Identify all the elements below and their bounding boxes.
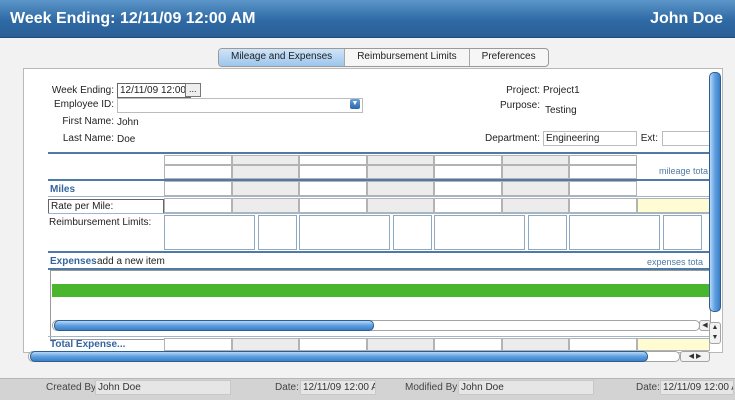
- miles-cell[interactable]: [367, 181, 434, 196]
- first-name-label: First Name:: [62, 116, 114, 127]
- expenses-total-label: expenses tota: [647, 257, 704, 267]
- department-label: Department:: [484, 133, 540, 144]
- section-divider: [48, 251, 709, 253]
- week-ending-label: Week Ending:: [51, 85, 114, 96]
- tab-mileage-and-expenses[interactable]: Mileage and Expenses: [219, 49, 346, 66]
- rate-cell[interactable]: [502, 198, 569, 213]
- grand-total-cell: [637, 338, 710, 351]
- employee-id-label: Employee ID:: [53, 99, 114, 110]
- scroll-arrows-icon[interactable]: ◀ ▶: [680, 351, 710, 362]
- created-date-label: Date:: [275, 382, 299, 393]
- day-date-cell[interactable]: [502, 165, 569, 179]
- total-expense-cell: [367, 338, 434, 351]
- expense-hscroll-thumb[interactable]: [54, 320, 374, 331]
- expenses-label: Expenses: [50, 256, 97, 267]
- total-expense-cell: [232, 338, 299, 351]
- rate-cell[interactable]: [232, 198, 299, 213]
- limit-cell[interactable]: [258, 215, 297, 250]
- last-name-label: Last Name:: [62, 133, 114, 144]
- day-header-cell[interactable]: [569, 155, 637, 165]
- day-header-cell[interactable]: [502, 155, 569, 165]
- miles-cell[interactable]: [434, 181, 502, 196]
- tab-preferences[interactable]: Preferences: [470, 49, 548, 66]
- total-expense-cell: [569, 338, 637, 351]
- limit-cell[interactable]: [164, 215, 255, 250]
- selected-expense-row[interactable]: [52, 284, 709, 297]
- created-by-label: Created By:: [46, 382, 99, 393]
- mileage-total-label: mileage tota: [659, 166, 709, 176]
- day-header-cell[interactable]: [232, 155, 299, 165]
- section-divider: [48, 152, 709, 154]
- main-hscroll-thumb[interactable]: [30, 351, 648, 362]
- chevron-down-icon[interactable]: ▼: [350, 99, 360, 109]
- add-new-item-link[interactable]: add a new item: [97, 256, 165, 267]
- miles-cell[interactable]: [299, 181, 367, 196]
- total-expense-cell: [502, 338, 569, 351]
- ext-label: Ext:: [640, 133, 658, 144]
- modified-by-label: Modified By:: [405, 382, 461, 393]
- limit-cell[interactable]: [299, 215, 390, 250]
- purpose-label: Purpose:: [499, 100, 540, 111]
- modified-date-label: Date:: [636, 382, 660, 393]
- miles-cell[interactable]: [164, 181, 232, 196]
- row-divider: [48, 336, 709, 337]
- day-date-cell[interactable]: [164, 165, 232, 179]
- scroll-up-down-icon[interactable]: ▲ ▼: [709, 322, 721, 344]
- miles-label: Miles: [50, 184, 76, 195]
- last-name-value: Doe: [117, 134, 136, 145]
- purpose-value: Testing: [545, 105, 577, 116]
- day-date-cell[interactable]: [232, 165, 299, 179]
- rate-per-mile-label: Rate per Mile:: [48, 199, 164, 214]
- limit-cell[interactable]: [434, 215, 525, 250]
- window-title: Week Ending: 12/11/09 12:00 AM: [10, 10, 256, 27]
- tab-reimbursement-limits[interactable]: Reimbursement Limits: [345, 49, 470, 66]
- day-date-cell[interactable]: [299, 165, 367, 179]
- created-date-value: 12/11/09 12:00 A: [300, 380, 376, 395]
- limit-cell[interactable]: [569, 215, 660, 250]
- tab-bar: Mileage and Expenses Reimbursement Limit…: [218, 48, 549, 67]
- total-expense-cell: [299, 338, 367, 351]
- project-value: Project1: [543, 85, 580, 96]
- rate-cell[interactable]: [367, 198, 434, 213]
- rate-cell[interactable]: [569, 198, 637, 213]
- total-expense-label: Total Expense...: [50, 339, 126, 350]
- total-expense-cell: [434, 338, 502, 351]
- reimbursement-limits-label: Reimbursement Limits:: [49, 217, 152, 228]
- limit-cell[interactable]: [393, 215, 432, 250]
- department-field[interactable]: Engineering: [543, 131, 637, 146]
- day-header-cell[interactable]: [367, 155, 434, 165]
- employee-id-field[interactable]: [117, 98, 363, 113]
- miles-cell[interactable]: [232, 181, 299, 196]
- total-expense-cell: [164, 338, 232, 351]
- first-name-value: John: [117, 117, 139, 128]
- week-ending-field[interactable]: 12/11/09 12:00 A: [117, 83, 191, 98]
- modified-by-value: John Doe: [458, 380, 594, 395]
- row-divider: [48, 196, 709, 197]
- mileage-total-cell: [637, 198, 710, 213]
- rate-cell[interactable]: [299, 198, 367, 213]
- week-ending-picker-button[interactable]: ...: [185, 83, 201, 97]
- rate-cell[interactable]: [164, 198, 232, 213]
- day-date-cell[interactable]: [367, 165, 434, 179]
- created-by-value: John Doe: [95, 380, 231, 395]
- miles-cell[interactable]: [569, 181, 637, 196]
- user-name: John Doe: [650, 10, 723, 27]
- modified-date-value: 12/11/09 12:00 A: [660, 380, 734, 395]
- miles-cell[interactable]: [502, 181, 569, 196]
- limit-cell[interactable]: [528, 215, 567, 250]
- vscroll-thumb[interactable]: [709, 72, 721, 312]
- day-date-cell[interactable]: [434, 165, 502, 179]
- day-header-cell[interactable]: [434, 155, 502, 165]
- rate-cell[interactable]: [434, 198, 502, 213]
- ext-field[interactable]: [662, 131, 710, 146]
- day-date-cell[interactable]: [569, 165, 637, 179]
- project-label: Project:: [506, 85, 540, 96]
- row-divider: [48, 213, 709, 214]
- day-header-cell[interactable]: [299, 155, 367, 165]
- day-header-cell[interactable]: [164, 155, 232, 165]
- title-bar: Week Ending: 12/11/09 12:00 AM John Doe: [0, 0, 735, 38]
- limit-cell[interactable]: [663, 215, 702, 250]
